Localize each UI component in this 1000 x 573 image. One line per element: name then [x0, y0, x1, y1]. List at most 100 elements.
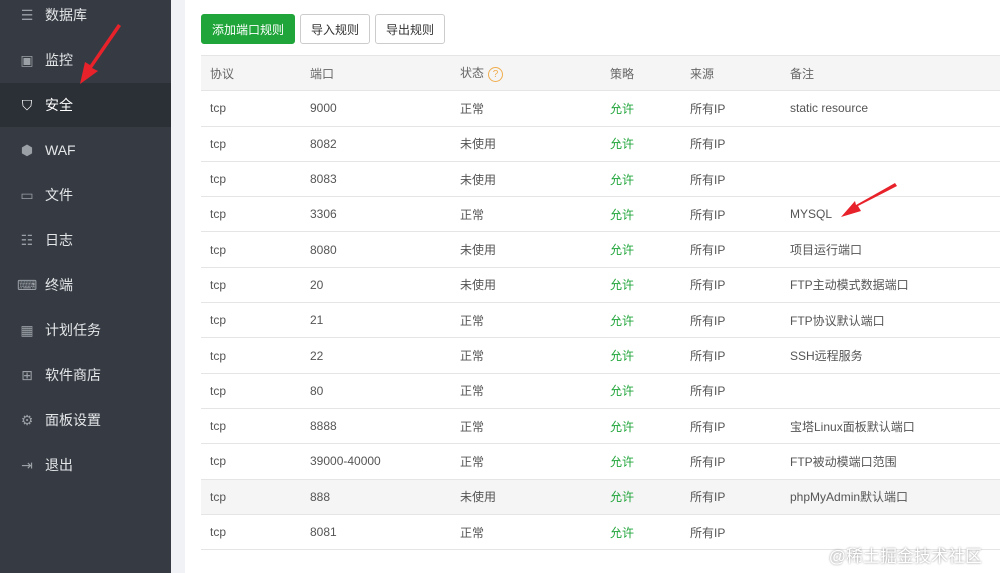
help-icon[interactable]: ?	[488, 66, 504, 82]
cell-source: 所有IP	[681, 126, 781, 162]
sidebar-item-5[interactable]: ☷ 日志	[0, 218, 171, 262]
logout-icon: ⇥	[21, 456, 33, 473]
shield-check-icon: ⛉	[21, 96, 33, 113]
add-port-rule-button[interactable]: 添加端口规则	[201, 14, 295, 44]
calendar-icon: ▦	[20, 321, 34, 338]
cell-policy[interactable]: 允许	[601, 337, 681, 374]
cell-policy[interactable]: 允许	[601, 267, 681, 304]
cell-source: 所有IP	[681, 479, 781, 515]
cell-policy[interactable]: 允许	[601, 231, 681, 268]
cell-policy[interactable]: 允许	[601, 479, 681, 515]
cell-remark: MYSQL	[781, 196, 1000, 233]
cell-status: 未使用	[451, 231, 601, 268]
terminal-icon: ⌨	[16, 276, 38, 293]
sidebar-item-label: 计划任务	[45, 322, 101, 338]
cell-protocol: tcp	[201, 408, 301, 445]
cell-policy[interactable]: 允许	[601, 161, 681, 198]
sidebar-item-label: 面板设置	[45, 412, 101, 428]
cell-status: 正常	[451, 196, 601, 233]
cell-policy[interactable]: 允许	[601, 302, 681, 339]
sidebar-item-4[interactable]: ▭ 文件	[0, 173, 171, 217]
sidebar-item-9[interactable]: ⚙ 面板设置	[0, 398, 171, 442]
sidebar-item-10[interactable]: ⇥ 退出	[0, 443, 171, 487]
table-row[interactable]: tcp 21 正常 允许 所有IP FTP协议默认端口	[201, 302, 1000, 339]
col-status: 状态?	[451, 54, 601, 92]
cell-source: 所有IP	[681, 408, 781, 445]
cell-status: 未使用	[451, 126, 601, 162]
table-row[interactable]: tcp 8080 未使用 允许 所有IP 项目运行端口	[201, 231, 1000, 268]
cell-protocol: tcp	[201, 231, 301, 268]
table-row[interactable]: tcp 8082 未使用 允许 所有IP	[201, 126, 1000, 162]
cell-status: 正常	[451, 514, 601, 551]
table-row[interactable]: tcp 22 正常 允许 所有IP SSH远程服务	[201, 337, 1000, 374]
cell-port: 8080	[301, 231, 451, 268]
col-protocol: 协议	[201, 54, 301, 92]
table-row[interactable]: tcp 39000-40000 正常 允许 所有IP FTP被动模端口范围	[201, 443, 1000, 480]
cell-protocol: tcp	[201, 373, 301, 409]
cell-remark: FTP被动模端口范围	[781, 443, 1000, 480]
cell-remark: FTP主动模式数据端口	[781, 267, 1000, 304]
cell-status: 正常	[451, 408, 601, 445]
table-row[interactable]: tcp 8083 未使用 允许 所有IP	[201, 161, 1000, 198]
cell-policy[interactable]: 允许	[601, 196, 681, 233]
cell-port: 20	[301, 267, 451, 304]
cell-status: 未使用	[451, 479, 601, 515]
cell-protocol: tcp	[201, 161, 301, 198]
sidebar-item-7[interactable]: ▦ 计划任务	[0, 308, 171, 352]
col-status-label: 状态	[460, 66, 485, 81]
cell-policy[interactable]: 允许	[601, 443, 681, 480]
database-icon: ☰	[20, 6, 34, 23]
watermark: @稀土掘金技术社区	[828, 547, 982, 566]
table-header: 协议 端口 状态? 策略 来源 备注	[201, 54, 1000, 92]
cell-protocol: tcp	[201, 302, 301, 339]
sidebar-item-2[interactable]: ⛉ 安全	[0, 83, 171, 127]
monitor-icon: ▣	[20, 51, 34, 68]
cell-policy[interactable]: 允许	[601, 126, 681, 162]
export-rules-button[interactable]: 导出规则	[375, 14, 445, 44]
sidebar-item-1[interactable]: ▣ 监控	[0, 38, 171, 82]
sidebar-item-label: 监控	[45, 52, 73, 68]
cell-port: 888	[301, 479, 451, 515]
cell-source: 所有IP	[681, 514, 781, 551]
cell-port: 39000-40000	[301, 443, 451, 480]
cell-policy[interactable]: 允许	[601, 373, 681, 409]
cell-source: 所有IP	[681, 196, 781, 233]
sidebar-item-label: 终端	[45, 277, 73, 293]
cell-protocol: tcp	[201, 90, 301, 127]
cell-remark: static resource	[781, 90, 1000, 127]
cell-remark: SSH远程服务	[781, 337, 1000, 374]
sidebar-item-label: 数据库	[45, 7, 87, 23]
cell-port: 8083	[301, 161, 451, 198]
cell-source: 所有IP	[681, 337, 781, 374]
port-rules-table: 协议 端口 状态? 策略 来源 备注 tcp 9000 正常 允许 所有IP static…	[201, 54, 1000, 551]
table-row[interactable]: tcp 888 未使用 允许 所有IP phpMyAdmin默认端口	[201, 479, 1000, 515]
cell-port: 21	[301, 302, 451, 339]
cell-status: 未使用	[451, 161, 601, 198]
cell-protocol: tcp	[201, 479, 301, 515]
col-source: 来源	[681, 54, 781, 92]
cell-policy[interactable]: 允许	[601, 90, 681, 127]
table-row[interactable]: tcp 20 未使用 允许 所有IP FTP主动模式数据端口	[201, 267, 1000, 304]
cell-protocol: tcp	[201, 337, 301, 374]
table-row[interactable]: tcp 8888 正常 允许 所有IP 宝塔Linux面板默认端口	[201, 408, 1000, 445]
sidebar-item-0[interactable]: ☰ 数据库	[0, 0, 171, 37]
sidebar-item-6[interactable]: ⌨ 终端	[0, 263, 171, 307]
cell-policy[interactable]: 允许	[601, 408, 681, 445]
cell-source: 所有IP	[681, 443, 781, 480]
table-row[interactable]: tcp 80 正常 允许 所有IP	[201, 373, 1000, 409]
table-row[interactable]: tcp 3306 正常 允许 所有IP MYSQL	[201, 196, 1000, 233]
cell-policy[interactable]: 允许	[601, 514, 681, 551]
cell-protocol: tcp	[201, 514, 301, 551]
cell-remark	[781, 126, 1000, 162]
cell-port: 9000	[301, 90, 451, 127]
sidebar-item-8[interactable]: ⊞ 软件商店	[0, 353, 171, 397]
sidebar-item-3[interactable]: ⬢ WAF	[0, 128, 171, 172]
waf-shield-icon: ⬢	[20, 141, 34, 158]
cell-source: 所有IP	[681, 373, 781, 409]
import-rules-button[interactable]: 导入规则	[300, 14, 370, 44]
col-port: 端口	[301, 54, 451, 92]
cell-status: 未使用	[451, 267, 601, 304]
table-row[interactable]: tcp 9000 正常 允许 所有IP static resource	[201, 90, 1000, 127]
cell-status: 正常	[451, 302, 601, 339]
main-content: 添加端口规则 导入规则 导出规则 协议 端口 状态? 策略 来源 备注 tcp 9…	[185, 0, 1000, 573]
